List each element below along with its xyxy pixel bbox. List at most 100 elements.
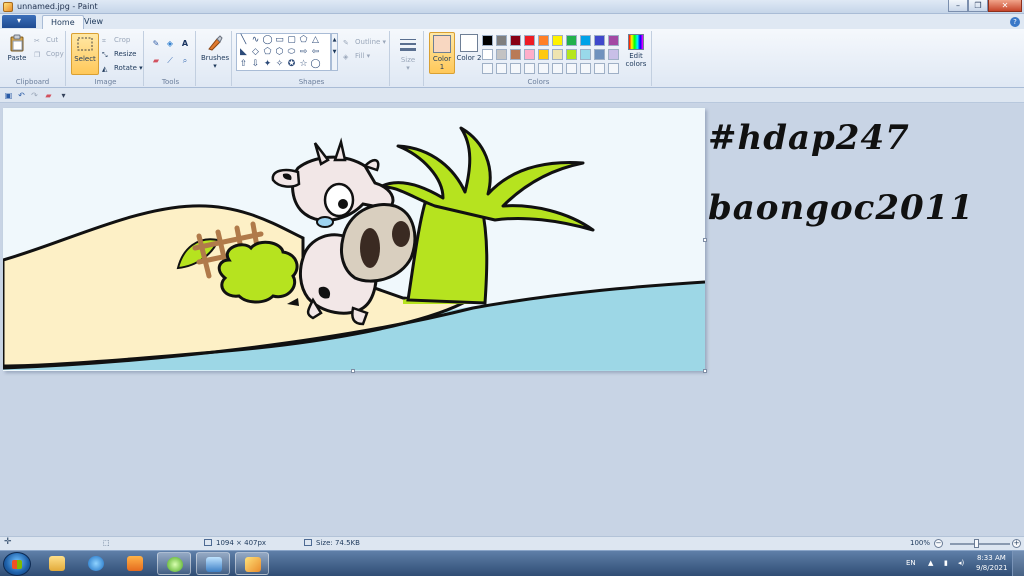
palette-swatch[interactable] [566, 49, 577, 60]
outline-button[interactable]: ✎ Outline ▾ [343, 36, 386, 48]
rounded-oval-shape-icon[interactable]: ⬭ [286, 47, 297, 58]
rotate-button[interactable]: ◭ Rotate ▾ [102, 62, 143, 74]
taskbar-explorer[interactable] [40, 552, 74, 575]
palette-swatch[interactable] [482, 49, 493, 60]
zoom-slider-thumb[interactable] [974, 539, 979, 548]
select-button[interactable]: Select [71, 33, 99, 75]
copy-button[interactable]: ❐ Copy [34, 48, 64, 60]
language-indicator[interactable]: EN [906, 559, 916, 567]
undo-icon[interactable]: ↶ [17, 91, 26, 100]
network-icon[interactable]: ▮ [944, 559, 948, 567]
custom-color-slot[interactable] [524, 63, 535, 74]
down-arrow-shape-icon[interactable]: ⇩ [250, 59, 261, 70]
custom-color-slot[interactable] [482, 63, 493, 74]
paste-button[interactable]: Paste [3, 33, 31, 75]
save-icon[interactable]: ▣ [4, 91, 13, 100]
up-arrow-shape-icon[interactable]: ⇧ [238, 59, 249, 70]
triangle-shape-icon[interactable]: △ [310, 35, 321, 46]
custom-color-slot[interactable] [608, 63, 619, 74]
close-button[interactable]: ✕ [988, 0, 1022, 12]
zoom-in-button[interactable]: + [1012, 539, 1021, 548]
fill-bucket-icon[interactable]: ◈ [164, 38, 176, 49]
palette-swatch[interactable] [566, 35, 577, 46]
callout-oval-shape-icon[interactable]: ◯ [310, 59, 321, 70]
resize-button[interactable]: ⤡ Resize [102, 48, 136, 60]
custom-color-slot[interactable] [496, 63, 507, 74]
custom-color-slot[interactable] [538, 63, 549, 74]
palette-swatch[interactable] [524, 49, 535, 60]
rounded-rectangle-shape-icon[interactable]: ▢ [286, 35, 297, 46]
custom-color-slot[interactable] [580, 63, 591, 74]
taskbar-media-player[interactable] [118, 552, 152, 575]
left-arrow-shape-icon[interactable]: ⇦ [310, 47, 321, 58]
help-icon[interactable]: ? [1010, 17, 1020, 27]
line-shape-icon[interactable]: ╲ [238, 35, 249, 46]
clock-time[interactable]: 8:33 AM [977, 554, 1006, 562]
taskbar-paint[interactable] [235, 552, 269, 575]
drawing-canvas[interactable] [3, 108, 705, 371]
minimize-button[interactable]: – [948, 0, 968, 12]
right-arrow-shape-icon[interactable]: ⇨ [298, 47, 309, 58]
palette-swatch[interactable] [608, 35, 619, 46]
palette-swatch[interactable] [552, 35, 563, 46]
canvas-resize-handle-bottom[interactable] [351, 369, 355, 373]
start-button[interactable] [3, 552, 31, 576]
cut-button[interactable]: ✂ Cut [34, 34, 58, 46]
diamond-shape-icon[interactable]: ◇ [250, 47, 261, 58]
custom-color-slot[interactable] [594, 63, 605, 74]
taskbar-photo-viewer[interactable] [196, 552, 230, 575]
curve-shape-icon[interactable]: ∿ [250, 35, 261, 46]
text-tool-icon[interactable]: A [179, 38, 191, 49]
redo-icon[interactable]: ↷ [30, 91, 39, 100]
palette-swatch[interactable] [594, 49, 605, 60]
palette-swatch[interactable] [538, 35, 549, 46]
zoom-slider-track[interactable] [950, 543, 1010, 545]
palette-swatch[interactable] [496, 49, 507, 60]
show-desktop-button[interactable] [1012, 551, 1024, 576]
show-hidden-icons[interactable]: ▲ [928, 559, 933, 567]
taskbar-coccoc-browser[interactable] [157, 552, 191, 575]
palette-swatch[interactable] [496, 35, 507, 46]
palette-swatch[interactable] [580, 49, 591, 60]
tab-view[interactable]: View [76, 15, 111, 29]
customize-toolbar-icon[interactable]: ▾ [59, 91, 68, 100]
palette-swatch[interactable] [510, 49, 521, 60]
volume-icon[interactable]: ◂) [958, 559, 964, 567]
color-picker-icon[interactable]: ⟋ [164, 55, 176, 66]
palette-swatch[interactable] [538, 49, 549, 60]
clock-date[interactable]: 9/8/2021 [976, 564, 1007, 572]
size-button[interactable]: Size ▾ [394, 35, 422, 77]
custom-color-slot[interactable] [510, 63, 521, 74]
palette-swatch[interactable] [594, 35, 605, 46]
canvas-resize-handle-right[interactable] [703, 238, 707, 242]
magnifier-icon[interactable]: ⌕ [179, 55, 191, 66]
eraser-icon[interactable]: ▰ [150, 55, 162, 66]
paint-app-icon[interactable] [3, 2, 13, 12]
polygon-shape-icon[interactable]: ⬠ [298, 35, 309, 46]
maximize-button[interactable]: ❐ [968, 0, 988, 12]
brushes-button[interactable]: Brushes ▾ [201, 33, 229, 75]
palette-swatch[interactable] [482, 35, 493, 46]
rectangle-shape-icon[interactable]: ▭ [274, 35, 285, 46]
six-point-star-shape-icon[interactable]: ✪ [286, 59, 297, 70]
pentagon-shape-icon[interactable]: ⬠ [262, 47, 273, 58]
workspace[interactable]: #hdap247 baongoc2011 [0, 104, 1024, 536]
oval-shape-icon[interactable]: ◯ [262, 35, 273, 46]
hexagon-shape-icon[interactable]: ⬡ [274, 47, 285, 58]
pencil-icon[interactable]: ✎ [150, 38, 162, 49]
app-menu-button[interactable]: ▾ [2, 15, 36, 28]
canvas-resize-handle-corner[interactable] [703, 369, 707, 373]
shape-gallery-scroll[interactable]: ▲ ▼ [331, 33, 338, 71]
four-point-star-shape-icon[interactable]: ✦ [262, 59, 273, 70]
custom-color-slot[interactable] [566, 63, 577, 74]
right-triangle-shape-icon[interactable]: ◣ [238, 47, 249, 58]
eraser-quick-icon[interactable]: ▰ [44, 91, 53, 100]
color1-button[interactable]: Color 1 [429, 32, 455, 74]
palette-swatch[interactable] [510, 35, 521, 46]
fill-button[interactable]: ◈ Fill ▾ [343, 50, 370, 62]
edit-colors-button[interactable]: Edit colors [624, 32, 648, 74]
palette-swatch[interactable] [552, 49, 563, 60]
color2-button[interactable]: Color 2 [456, 32, 482, 74]
five-point-star-shape-icon[interactable]: ✧ [274, 59, 285, 70]
taskbar-internet-explorer[interactable] [79, 552, 113, 575]
